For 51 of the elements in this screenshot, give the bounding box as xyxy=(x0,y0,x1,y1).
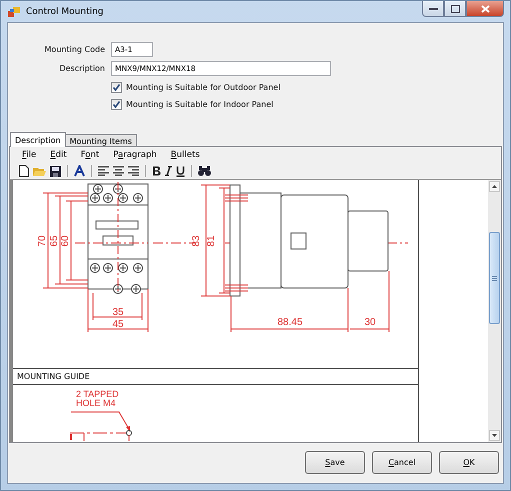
dialog-button[interactable]: Cancel xyxy=(372,451,432,474)
menu-item[interactable]: Font xyxy=(76,150,104,160)
dimension-label: 70 xyxy=(37,235,48,247)
dimension-label: 60 xyxy=(60,235,71,247)
dimension-label: 88.45 xyxy=(277,317,303,328)
dimension-label: 30 xyxy=(364,317,376,328)
dimension-label: 65 xyxy=(49,235,60,247)
app-icon xyxy=(8,6,20,18)
leader-line xyxy=(70,412,130,432)
menu-item[interactable]: File xyxy=(17,150,42,160)
binoculars-icon[interactable] xyxy=(198,166,211,176)
minimize-icon xyxy=(428,6,438,10)
dialog-button[interactable]: OK xyxy=(439,451,499,474)
dimension-label: 45 xyxy=(112,319,124,330)
window-title: Control Mounting xyxy=(26,6,105,16)
font-color-icon[interactable] xyxy=(74,165,85,177)
checkbox-label: Mounting is Suitable for Outdoor Panel xyxy=(126,83,280,92)
menu-item[interactable]: Paragraph xyxy=(108,150,162,160)
underline-icon[interactable] xyxy=(176,166,185,176)
dimension-label: 35 xyxy=(112,307,124,318)
section-heading: MOUNTING GUIDE xyxy=(17,372,90,381)
align-right-icon[interactable] xyxy=(128,166,139,176)
menu-item[interactable]: Bullets xyxy=(166,150,205,160)
checkbox-label: Mounting is Suitable for Indoor Panel xyxy=(126,100,274,109)
checkbox[interactable] xyxy=(111,82,122,93)
maximize-button[interactable] xyxy=(444,1,466,17)
scroll-down-icon xyxy=(492,434,497,437)
annotation-text: HOLE M4 xyxy=(76,398,116,408)
close-icon xyxy=(480,4,490,12)
tab[interactable]: Mounting Items xyxy=(64,134,137,147)
scroll-up-icon xyxy=(492,185,497,188)
hole-centerline-drawing xyxy=(70,430,132,441)
minimize-button[interactable] xyxy=(422,1,444,17)
vertical-scrollbar[interactable] xyxy=(488,180,501,442)
bold-icon[interactable] xyxy=(152,166,161,176)
dimension-label: 81 xyxy=(206,235,217,247)
new-document-icon[interactable] xyxy=(19,165,29,177)
field-label: Description xyxy=(58,64,105,73)
checkbox[interactable] xyxy=(111,99,122,110)
save-icon[interactable] xyxy=(50,166,61,176)
tab[interactable]: Description xyxy=(10,132,66,147)
align-center-icon[interactable] xyxy=(113,166,124,176)
maximize-icon xyxy=(450,4,460,12)
italic-icon[interactable] xyxy=(165,166,172,176)
align-left-icon[interactable] xyxy=(98,166,109,176)
annotation-text: 2 TAPPED xyxy=(76,389,119,399)
close-button[interactable] xyxy=(466,1,504,17)
grip-icon xyxy=(492,276,497,280)
field-label: Mounting Code xyxy=(44,45,105,54)
dialog-button[interactable]: Save xyxy=(305,451,365,474)
menu-item[interactable]: Edit xyxy=(45,150,72,160)
